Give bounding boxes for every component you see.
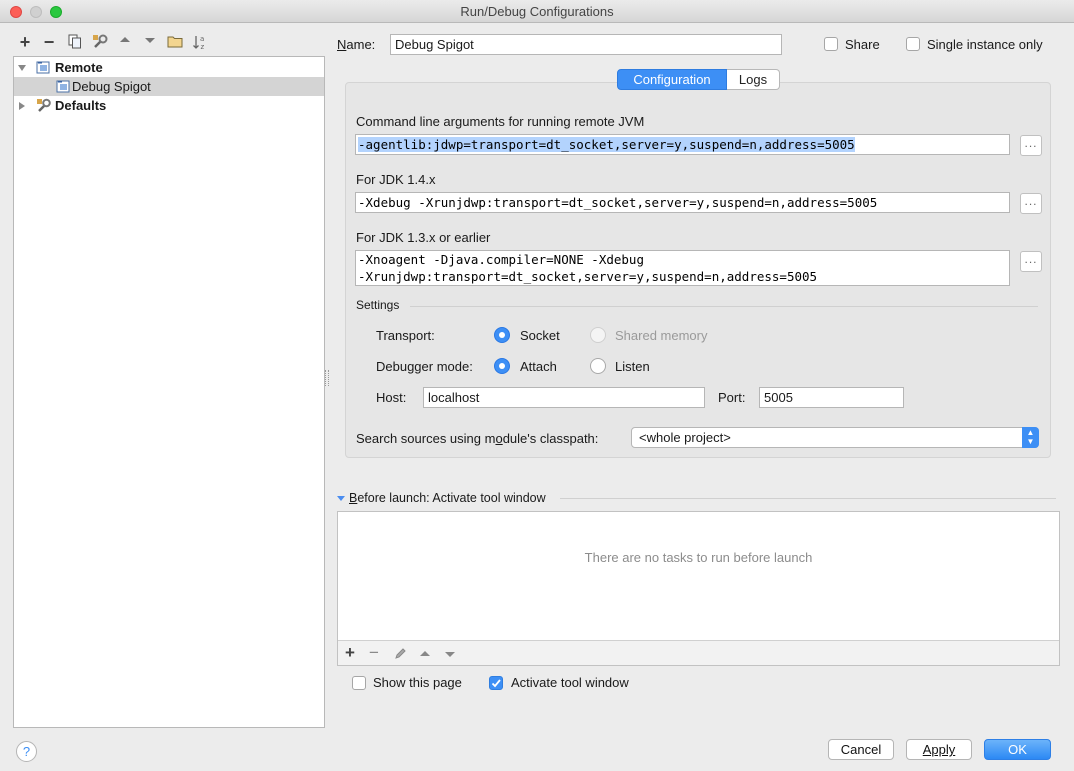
- close-window-button[interactable]: [10, 6, 22, 18]
- expand-cmd-args-button[interactable]: ...: [1020, 135, 1042, 156]
- tab-configuration[interactable]: Configuration: [617, 69, 727, 90]
- updown-arrows-icon: ▲ ▼: [1022, 427, 1039, 448]
- mode-attach-label: Attach: [520, 359, 557, 374]
- mode-attach-radio[interactable]: [494, 358, 510, 374]
- collapse-arrow-icon[interactable]: [337, 494, 345, 502]
- jdk14-label: For JDK 1.4.x: [356, 172, 436, 187]
- name-label: Name:: [337, 37, 375, 52]
- move-up-icon[interactable]: [116, 33, 134, 51]
- settings-label: Settings: [356, 298, 400, 312]
- folder-icon[interactable]: [166, 33, 184, 51]
- wrench-icon: [37, 98, 51, 112]
- edit-task-icon[interactable]: [394, 647, 407, 660]
- move-task-down-icon[interactable]: [444, 648, 456, 660]
- cmd-args-field[interactable]: -agentlib:jdwp=transport=dt_socket,serve…: [355, 134, 1010, 155]
- expanded-arrow-icon[interactable]: [17, 63, 27, 73]
- wrench-icon[interactable]: [91, 33, 109, 51]
- transport-shared-memory-radio[interactable]: [590, 327, 606, 343]
- copy-icon[interactable]: [66, 33, 84, 51]
- tree-node-defaults[interactable]: Defaults: [14, 96, 324, 115]
- tree-node-remote[interactable]: Remote: [14, 58, 324, 77]
- add-task-icon[interactable]: +: [345, 643, 355, 663]
- single-instance-label: Single instance only: [927, 37, 1043, 52]
- minimize-window-button[interactable]: [30, 6, 42, 18]
- settings-divider: [410, 306, 1038, 307]
- tree-label-defaults: Defaults: [55, 98, 107, 113]
- transport-shared-memory-label: Shared memory: [615, 328, 708, 343]
- collapsed-arrow-icon[interactable]: [17, 101, 27, 111]
- module-classpath-select[interactable]: <whole project> ▲ ▼: [631, 427, 1039, 448]
- move-down-icon[interactable]: [141, 33, 159, 51]
- remote-debug-icon: [56, 80, 70, 93]
- transport-socket-label: Socket: [520, 328, 560, 343]
- port-label: Port:: [718, 390, 746, 405]
- mode-listen-radio[interactable]: [590, 358, 606, 374]
- zoom-window-button[interactable]: [50, 6, 62, 18]
- before-launch-title-rest: efore launch: Activate tool window: [357, 491, 546, 505]
- tree-node-debug-spigot[interactable]: Debug Spigot: [14, 77, 324, 96]
- tree-label-remote: Remote: [55, 60, 103, 75]
- jdk14-field[interactable]: -Xdebug -Xrunjdwp:transport=dt_socket,se…: [355, 192, 1010, 213]
- tab-logs[interactable]: Logs: [727, 69, 780, 90]
- host-label: Host:: [376, 390, 407, 405]
- tasks-toolbar: + −: [338, 640, 1059, 665]
- move-task-up-icon[interactable]: [419, 648, 431, 660]
- svg-text:z: z: [201, 43, 205, 50]
- search-sources-mnemonic: o: [495, 431, 503, 446]
- help-button[interactable]: ?: [16, 741, 37, 762]
- checkmark-icon: [491, 679, 501, 688]
- name-label-mnemonic: N: [337, 37, 347, 52]
- debugger-mode-label: Debugger mode:: [376, 359, 473, 374]
- search-sources-label-a: Search sources using m: [356, 431, 496, 446]
- share-label: Share: [845, 37, 880, 52]
- cmd-args-label: Command line arguments for running remot…: [356, 114, 645, 129]
- mode-listen-label: Listen: [615, 359, 650, 374]
- show-page-checkbox[interactable]: [352, 676, 366, 690]
- cancel-button[interactable]: Cancel: [828, 739, 894, 760]
- add-icon[interactable]: +: [16, 33, 34, 51]
- single-instance-checkbox[interactable]: [906, 37, 920, 51]
- port-field[interactable]: 5005: [759, 387, 904, 408]
- remove-task-icon[interactable]: −: [369, 643, 379, 663]
- before-launch-divider: [560, 498, 1056, 499]
- splitter-handle[interactable]: [325, 370, 329, 386]
- tree-label-debug-spigot: Debug Spigot: [72, 79, 151, 94]
- jdk13-line-1: -Xnoagent -Djava.compiler=NONE -Xdebug: [358, 252, 644, 267]
- name-label-rest: ame:: [346, 37, 376, 52]
- title-bar: Run/Debug Configurations: [0, 0, 1074, 23]
- window-title: Run/Debug Configurations: [460, 4, 614, 19]
- configuration-tree[interactable]: Remote Debug Spigot Defaults: [13, 56, 325, 728]
- search-sources-label: Search sources using module's classpath:: [356, 431, 598, 446]
- transport-socket-radio[interactable]: [494, 327, 510, 343]
- expand-jdk14-button[interactable]: ...: [1020, 193, 1042, 214]
- module-classpath-value: <whole project>: [639, 430, 731, 445]
- cmd-args-selected-text: -agentlib:jdwp=transport=dt_socket,serve…: [358, 137, 855, 152]
- name-field[interactable]: Debug Spigot: [390, 34, 782, 55]
- share-checkbox[interactable]: [824, 37, 838, 51]
- show-page-label: Show this page: [373, 675, 462, 690]
- transport-label: Transport:: [376, 328, 435, 343]
- apply-label: Apply: [922, 742, 956, 757]
- expand-jdk13-button[interactable]: ...: [1020, 251, 1042, 272]
- before-launch-task-list[interactable]: There are no tasks to run before launch …: [337, 511, 1060, 666]
- sort-az-icon[interactable]: az: [191, 33, 209, 51]
- jdk13-line-2: -Xrunjdwp:transport=dt_socket,server=y,s…: [358, 269, 818, 284]
- remote-debug-icon: [36, 61, 50, 74]
- empty-tasks-message: There are no tasks to run before launch: [584, 550, 813, 565]
- jdk13-field[interactable]: -Xnoagent -Djava.compiler=NONE -Xdebug -…: [355, 250, 1010, 286]
- ok-button[interactable]: OK: [984, 739, 1051, 760]
- search-sources-label-c: dule's classpath:: [502, 431, 599, 446]
- svg-text:a: a: [200, 35, 204, 43]
- activate-tool-window-label: Activate tool window: [511, 675, 629, 690]
- jdk13-label: For JDK 1.3.x or earlier: [356, 230, 491, 245]
- before-launch-title[interactable]: Before launch: Activate tool window: [349, 491, 546, 505]
- activate-tool-window-checkbox[interactable]: [489, 676, 503, 690]
- apply-button[interactable]: Apply: [906, 739, 972, 760]
- remove-icon[interactable]: −: [40, 33, 58, 51]
- host-field[interactable]: localhost: [423, 387, 705, 408]
